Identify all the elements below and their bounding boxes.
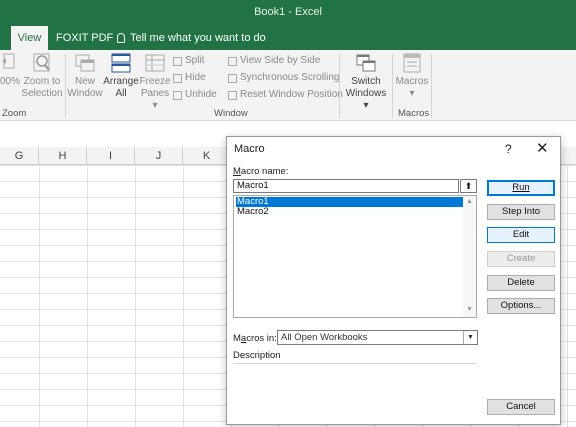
macros-label-1: Macros	[395, 76, 429, 87]
chevron-down-icon[interactable]: ▼	[463, 331, 477, 344]
new-window-label-1: New	[74, 76, 95, 87]
switch-windows-icon	[355, 52, 377, 74]
up-arrow-icon[interactable]: ⬆	[460, 179, 477, 193]
zoom-to-selection-label-1: Zoom to	[23, 76, 61, 87]
unhide-icon	[173, 90, 182, 100]
group-separator	[431, 54, 432, 118]
lightbulb-icon	[117, 33, 125, 43]
window-group-label: Window	[214, 108, 248, 119]
create-button[interactable]: Create	[487, 251, 555, 267]
switch-windows-button[interactable]: Switch Windows ▾	[342, 52, 390, 112]
freeze-panes-icon	[144, 52, 166, 74]
macros-icon	[401, 52, 423, 74]
synchronous-scrolling-label: Synchronous Scrolling	[240, 72, 340, 83]
magnifier-icon	[31, 52, 53, 74]
list-item[interactable]: Macro2	[236, 207, 269, 217]
macros-label-2: ▾	[409, 88, 415, 99]
tab-view[interactable]: View	[11, 26, 48, 50]
switch-windows-label-1: Switch	[351, 76, 381, 87]
column-header-g[interactable]: G	[0, 147, 39, 165]
run-button[interactable]: Run	[487, 180, 555, 196]
synchronous-scrolling-button[interactable]: Synchronous Scrolling	[228, 71, 340, 85]
hide-button[interactable]: Hide	[173, 71, 206, 85]
unhide-label: Unhide	[185, 89, 217, 100]
sync-scroll-icon	[228, 73, 237, 83]
split-button[interactable]: Split	[173, 54, 204, 68]
split-icon	[173, 56, 182, 66]
zoom-group-label: Zoom	[2, 108, 27, 119]
arrange-all-button[interactable]: Arrange All	[103, 52, 139, 100]
tab-foxit-pdf[interactable]: FOXIT PDF	[52, 26, 117, 50]
reset-window-position-button[interactable]: Reset Window Position	[228, 88, 343, 102]
macros-in-select[interactable]: All Open Workbooks ▼	[277, 330, 478, 345]
split-label: Split	[185, 55, 205, 66]
zoom-to-selection-label-2: Selection	[21, 88, 63, 99]
scroll-up-icon[interactable]: ▲	[466, 198, 473, 205]
hide-label: Hide	[185, 72, 206, 83]
description-divider	[233, 363, 477, 364]
options-button[interactable]: Options...	[487, 298, 555, 314]
zoom-100-button[interactable]: 00%	[0, 52, 21, 88]
ribbon-tabs: View FOXIT PDF Tell me what you want to …	[0, 26, 576, 50]
macro-name-label: Macro name:	[233, 166, 289, 177]
tell-me-text: Tell me what you want to do	[130, 32, 266, 44]
ribbon: 00% Zoom to Selection Zoom New Window Ar…	[0, 50, 576, 121]
column-header-j[interactable]: J	[135, 147, 183, 165]
title-bar: Book1 - Excel	[0, 0, 576, 26]
step-into-button[interactable]: Step Into	[487, 204, 555, 220]
list-item[interactable]: Macro1	[236, 197, 463, 207]
reset-window-position-label: Reset Window Position	[240, 89, 343, 100]
column-header-h[interactable]: H	[39, 147, 87, 165]
group-separator	[339, 54, 340, 118]
view-side-by-side-button[interactable]: View Side by Side	[228, 54, 320, 68]
freeze-panes-label-1: Freeze	[139, 76, 171, 87]
dialog-title: Macro	[234, 143, 265, 155]
macro-list[interactable]: Macro1 Macro2 ▲ ▼	[233, 195, 477, 318]
side-by-side-icon	[228, 56, 237, 66]
tab-partial[interactable]	[0, 26, 7, 50]
column-header-k[interactable]: K	[183, 147, 231, 165]
arrange-all-icon	[110, 52, 132, 74]
macros-in-label: Macros in:	[233, 333, 277, 344]
group-separator	[392, 54, 393, 118]
macros-button[interactable]: Macros ▾	[394, 52, 430, 100]
arrange-all-label-1: Arrange	[103, 76, 139, 87]
new-window-icon	[74, 52, 96, 74]
zoom-to-selection-button[interactable]: Zoom to Selection	[21, 52, 63, 100]
macros-in-value: All Open Workbooks	[281, 332, 368, 343]
macro-dialog: Macro ? ✕ Macro name: Macro1 ⬆ Macro1 Ma…	[226, 136, 561, 425]
switch-windows-label-2: Windows ▾	[345, 88, 387, 111]
column-header-i[interactable]: I	[87, 147, 135, 165]
freeze-panes-button[interactable]: Freeze Panes ▾	[138, 52, 172, 112]
macros-group-label: Macros	[398, 108, 430, 119]
help-button[interactable]: ?	[505, 142, 512, 156]
list-scrollbar[interactable]: ▲ ▼	[463, 196, 476, 317]
delete-button[interactable]: Delete	[487, 275, 555, 291]
tell-me-search[interactable]: Tell me what you want to do	[113, 26, 270, 50]
cancel-button[interactable]: Cancel	[487, 399, 555, 415]
close-icon[interactable]: ✕	[536, 139, 549, 157]
zoom-100-label: 00%	[0, 76, 21, 87]
window-title: Book1 - Excel	[254, 6, 322, 18]
edit-button[interactable]: Edit	[487, 227, 555, 243]
macro-name-input[interactable]: Macro1	[233, 179, 459, 193]
view-side-by-side-label: View Side by Side	[240, 55, 321, 66]
scroll-down-icon[interactable]: ▼	[466, 306, 473, 313]
reset-position-icon	[228, 90, 237, 100]
unhide-button[interactable]: Unhide	[173, 88, 217, 102]
freeze-panes-label-2: Panes ▾	[140, 88, 170, 111]
new-window-button[interactable]: New Window	[66, 52, 104, 100]
arrange-all-label-2: All	[115, 88, 127, 99]
new-window-label-2: Window	[67, 88, 103, 99]
description-label: Description	[233, 350, 281, 361]
zoom-100-icon	[2, 52, 16, 74]
hide-icon	[173, 73, 182, 83]
